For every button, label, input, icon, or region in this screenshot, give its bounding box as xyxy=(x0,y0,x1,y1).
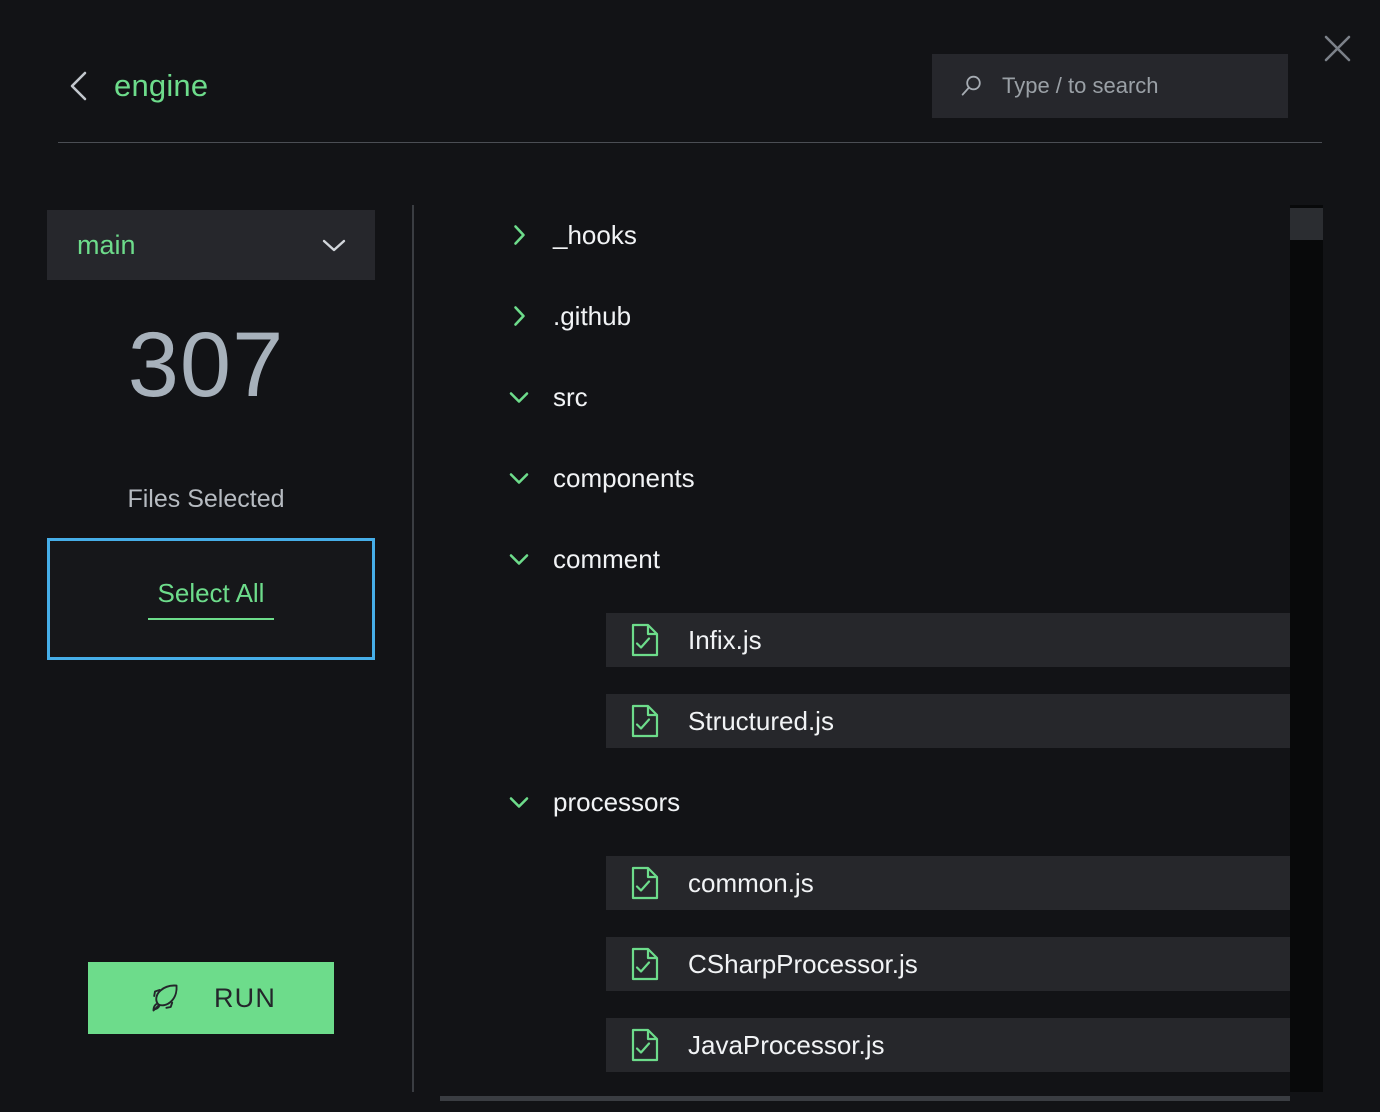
chevron-right-icon[interactable] xyxy=(506,303,532,329)
chevron-down-icon[interactable] xyxy=(506,789,532,815)
tree-folder-row[interactable]: components xyxy=(506,451,1290,505)
tree-folder-row[interactable]: _hooks xyxy=(506,208,1290,262)
select-all-underline xyxy=(148,618,274,620)
tree-row-label: src xyxy=(553,381,588,412)
vertical-scrollbar-thumb[interactable] xyxy=(1290,208,1323,240)
vertical-scrollbar-track[interactable] xyxy=(1290,205,1323,1092)
tree-file-row[interactable]: JavaProcessor.js xyxy=(606,1018,1290,1072)
branch-select[interactable]: main xyxy=(47,210,375,280)
file-check-icon[interactable] xyxy=(630,947,660,981)
run-button[interactable]: RUN xyxy=(88,962,334,1034)
tree-folder-row[interactable]: processors xyxy=(506,775,1290,829)
dialog-header: engine xyxy=(0,0,1380,143)
tree-row-label: Infix.js xyxy=(688,624,762,655)
tree-row-label: CSharpProcessor.js xyxy=(688,948,918,979)
tree-row-label: processors xyxy=(553,786,681,817)
search-icon xyxy=(961,75,981,96)
chevron-down-icon[interactable] xyxy=(506,384,532,410)
chevron-down-icon[interactable] xyxy=(506,465,532,491)
file-check-icon[interactable] xyxy=(630,866,660,900)
run-button-label: RUN xyxy=(213,982,277,1013)
file-check-icon[interactable] xyxy=(630,704,660,738)
tree-folder-row[interactable]: src xyxy=(506,370,1290,424)
close-icon xyxy=(1324,35,1351,62)
tree-file-row[interactable]: Structured.js xyxy=(606,694,1290,748)
horizontal-scrollbar-track[interactable] xyxy=(440,1096,1290,1101)
tree-file-row[interactable]: common.js xyxy=(606,856,1290,910)
tree-folder-row[interactable]: .github xyxy=(506,289,1290,343)
branch-select-label: main xyxy=(77,229,136,260)
panel-divider xyxy=(412,205,414,1092)
tree-row-label: _hooks xyxy=(553,219,637,250)
selected-files-count: 307 xyxy=(127,314,285,416)
search-input[interactable] xyxy=(1002,71,1290,101)
selected-files-label: Files Selected xyxy=(127,485,285,513)
tree-folder-row[interactable]: comment xyxy=(506,532,1290,586)
chevron-down-icon[interactable] xyxy=(506,546,532,572)
file-check-icon[interactable] xyxy=(630,623,660,657)
close-button[interactable] xyxy=(1319,30,1356,67)
tree-row-label: Structured.js xyxy=(688,705,834,736)
file-check-icon[interactable] xyxy=(630,1028,660,1062)
tree-file-row[interactable]: Infix.js xyxy=(606,613,1290,667)
tree-row-label: .github xyxy=(553,300,632,331)
back-chevron-icon[interactable] xyxy=(62,66,96,106)
tree-row-label: common.js xyxy=(688,867,814,898)
tree-row-label: comment xyxy=(553,543,660,574)
file-tree: _hooks .github src components comment Infix.j… xyxy=(440,190,1290,1095)
select-all-button[interactable]: Select All xyxy=(47,538,375,660)
tree-row-label: components xyxy=(553,462,695,493)
chevron-right-icon[interactable] xyxy=(506,222,532,248)
rocket-icon xyxy=(152,984,178,1012)
chevron-left-icon xyxy=(70,71,87,101)
page-title: engine xyxy=(114,68,209,103)
chevron-down-icon xyxy=(322,239,346,252)
sidebar-panel: main 307 Files Selected Select All RUN xyxy=(0,190,412,1112)
header-divider xyxy=(58,142,1322,143)
search-box[interactable] xyxy=(932,54,1290,118)
select-all-label: Select All xyxy=(157,578,265,608)
tree-file-row[interactable]: CSharpProcessor.js xyxy=(606,937,1290,991)
tree-row-label: JavaProcessor.js xyxy=(688,1029,885,1060)
